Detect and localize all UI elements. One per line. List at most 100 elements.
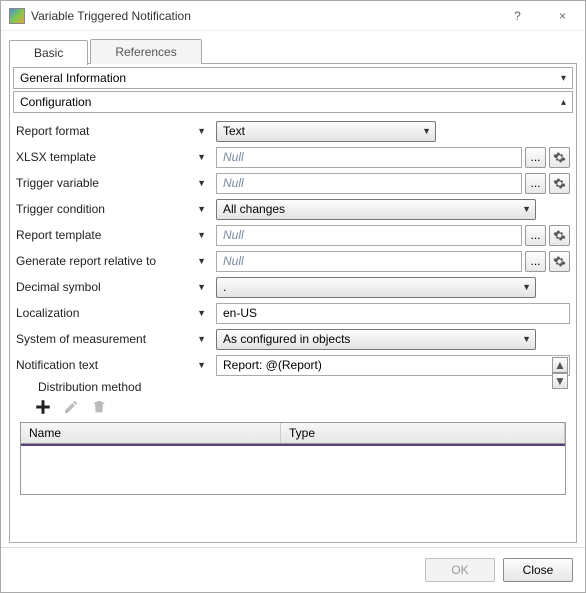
table-header-row: Name Type	[21, 423, 565, 444]
row-menu-icon[interactable]: ▼	[197, 152, 206, 162]
column-header-type[interactable]: Type	[281, 423, 565, 443]
row-menu-icon[interactable]: ▼	[197, 334, 206, 344]
row-menu-icon[interactable]: ▼	[197, 230, 206, 240]
system-of-measurement-select[interactable]: As configured in objects ▼	[216, 329, 536, 350]
chevron-down-icon: ▾	[561, 73, 566, 84]
dropdown-arrow-icon: ▼	[422, 126, 431, 136]
notification-text-value: Report: @(Report)	[223, 358, 322, 372]
report-template-value: Null	[223, 228, 244, 242]
dropdown-arrow-icon: ▼	[522, 334, 531, 344]
close-button[interactable]: Close	[503, 558, 573, 582]
dialog-window: Variable Triggered Notification ? × Basi…	[0, 0, 586, 593]
generate-relative-value: Null	[223, 254, 244, 268]
row-menu-icon[interactable]: ▼	[197, 360, 206, 370]
edit-distribution-button[interactable]	[62, 398, 80, 416]
content-area: Basic References General Information ▾ C…	[1, 31, 585, 547]
ellipsis-icon: ...	[530, 254, 540, 268]
tab-basic-label: Basic	[34, 46, 63, 60]
pencil-icon	[63, 399, 79, 415]
trigger-condition-select[interactable]: All changes ▼	[216, 199, 536, 220]
trigger-variable-input[interactable]: Null	[216, 173, 522, 194]
triangle-up-icon: ▲	[554, 358, 566, 372]
generate-relative-input[interactable]: Null	[216, 251, 522, 272]
dropdown-arrow-icon: ▼	[522, 204, 531, 214]
row-menu-icon[interactable]: ▼	[197, 282, 206, 292]
label-localization: Localization	[16, 306, 79, 320]
label-notification-text: Notification text	[16, 358, 98, 372]
help-button[interactable]: ?	[495, 1, 540, 30]
close-button-label: Close	[523, 563, 554, 577]
plus-icon	[34, 398, 52, 416]
gear-icon	[553, 151, 566, 164]
add-distribution-button[interactable]	[34, 398, 52, 416]
gear-icon	[553, 229, 566, 242]
label-generate-relative: Generate report relative to	[16, 254, 156, 268]
report-template-input[interactable]: Null	[216, 225, 522, 246]
window-close-button[interactable]: ×	[540, 1, 585, 30]
trigger-variable-settings-button[interactable]	[549, 173, 570, 194]
tab-references[interactable]: References	[90, 39, 201, 64]
ellipsis-icon: ...	[530, 150, 540, 164]
localization-input[interactable]: en-US	[216, 303, 570, 324]
label-trigger-condition: Trigger condition	[16, 202, 105, 216]
row-menu-icon[interactable]: ▼	[197, 256, 206, 266]
row-menu-icon[interactable]: ▼	[197, 126, 206, 136]
row-system-of-measurement: System of measurement ▼ As configured in…	[16, 328, 570, 350]
label-distribution-method: Distribution method	[16, 380, 570, 394]
title-bar: Variable Triggered Notification ? ×	[1, 1, 585, 31]
spinner-up-button[interactable]: ▲	[552, 357, 568, 373]
dialog-footer: OK Close	[1, 547, 585, 592]
triangle-down-icon: ▼	[554, 374, 566, 388]
label-xlsx-template: XLSX template	[16, 150, 96, 164]
trigger-condition-value: All changes	[223, 202, 285, 216]
help-icon: ?	[514, 9, 521, 23]
xlsx-template-input[interactable]: Null	[216, 147, 522, 168]
section-general-information[interactable]: General Information ▾	[13, 67, 573, 89]
ok-button: OK	[425, 558, 495, 582]
label-report-template: Report template	[16, 228, 101, 242]
ellipsis-icon: ...	[530, 176, 540, 190]
generate-relative-settings-button[interactable]	[549, 251, 570, 272]
spinner-down-button[interactable]: ▼	[552, 373, 568, 389]
gear-icon	[553, 255, 566, 268]
row-trigger-variable: Trigger variable ▼ Null ...	[16, 172, 570, 194]
trash-icon	[91, 399, 107, 415]
tab-basic[interactable]: Basic	[9, 40, 88, 65]
chevron-up-icon: ▴	[561, 97, 566, 108]
tab-strip: Basic References	[9, 39, 577, 64]
decimal-symbol-select[interactable]: . ▼	[216, 277, 536, 298]
localization-value: en-US	[223, 306, 257, 320]
label-system-of-measurement: System of measurement	[16, 332, 146, 346]
column-header-name[interactable]: Name	[21, 423, 281, 443]
ok-button-label: OK	[451, 563, 468, 577]
trigger-variable-value: Null	[223, 176, 244, 190]
xlsx-template-browse-button[interactable]: ...	[525, 147, 546, 168]
trigger-variable-browse-button[interactable]: ...	[525, 173, 546, 194]
generate-relative-browse-button[interactable]: ...	[525, 251, 546, 272]
section-configuration[interactable]: Configuration ▴	[13, 91, 573, 113]
label-report-format: Report format	[16, 124, 89, 138]
row-menu-icon[interactable]: ▼	[197, 178, 206, 188]
xlsx-template-settings-button[interactable]	[549, 147, 570, 168]
row-decimal-symbol: Decimal symbol ▼ . ▼	[16, 276, 570, 298]
report-format-value: Text	[223, 124, 245, 138]
report-template-browse-button[interactable]: ...	[525, 225, 546, 246]
dropdown-arrow-icon: ▼	[522, 282, 531, 292]
ellipsis-icon: ...	[530, 228, 540, 242]
row-menu-icon[interactable]: ▼	[197, 308, 206, 318]
row-xlsx-template: XLSX template ▼ Null ...	[16, 146, 570, 168]
row-report-template: Report template ▼ Null ...	[16, 224, 570, 246]
tab-panel-basic: General Information ▾ Configuration ▴ Re…	[9, 63, 577, 543]
gear-icon	[553, 177, 566, 190]
row-report-format: Report format ▼ Text ▼	[16, 120, 570, 142]
report-format-select[interactable]: Text ▼	[216, 121, 436, 142]
notification-text-input[interactable]: Report: @(Report) ▲ ▼	[216, 355, 570, 376]
section-general-title: General Information	[20, 71, 126, 85]
delete-distribution-button[interactable]	[90, 398, 108, 416]
window-title: Variable Triggered Notification	[31, 9, 495, 23]
report-template-settings-button[interactable]	[549, 225, 570, 246]
section-config-title: Configuration	[20, 95, 91, 109]
row-menu-icon[interactable]: ▼	[197, 204, 206, 214]
xlsx-template-value: Null	[223, 150, 244, 164]
distribution-toolbar	[16, 394, 570, 422]
